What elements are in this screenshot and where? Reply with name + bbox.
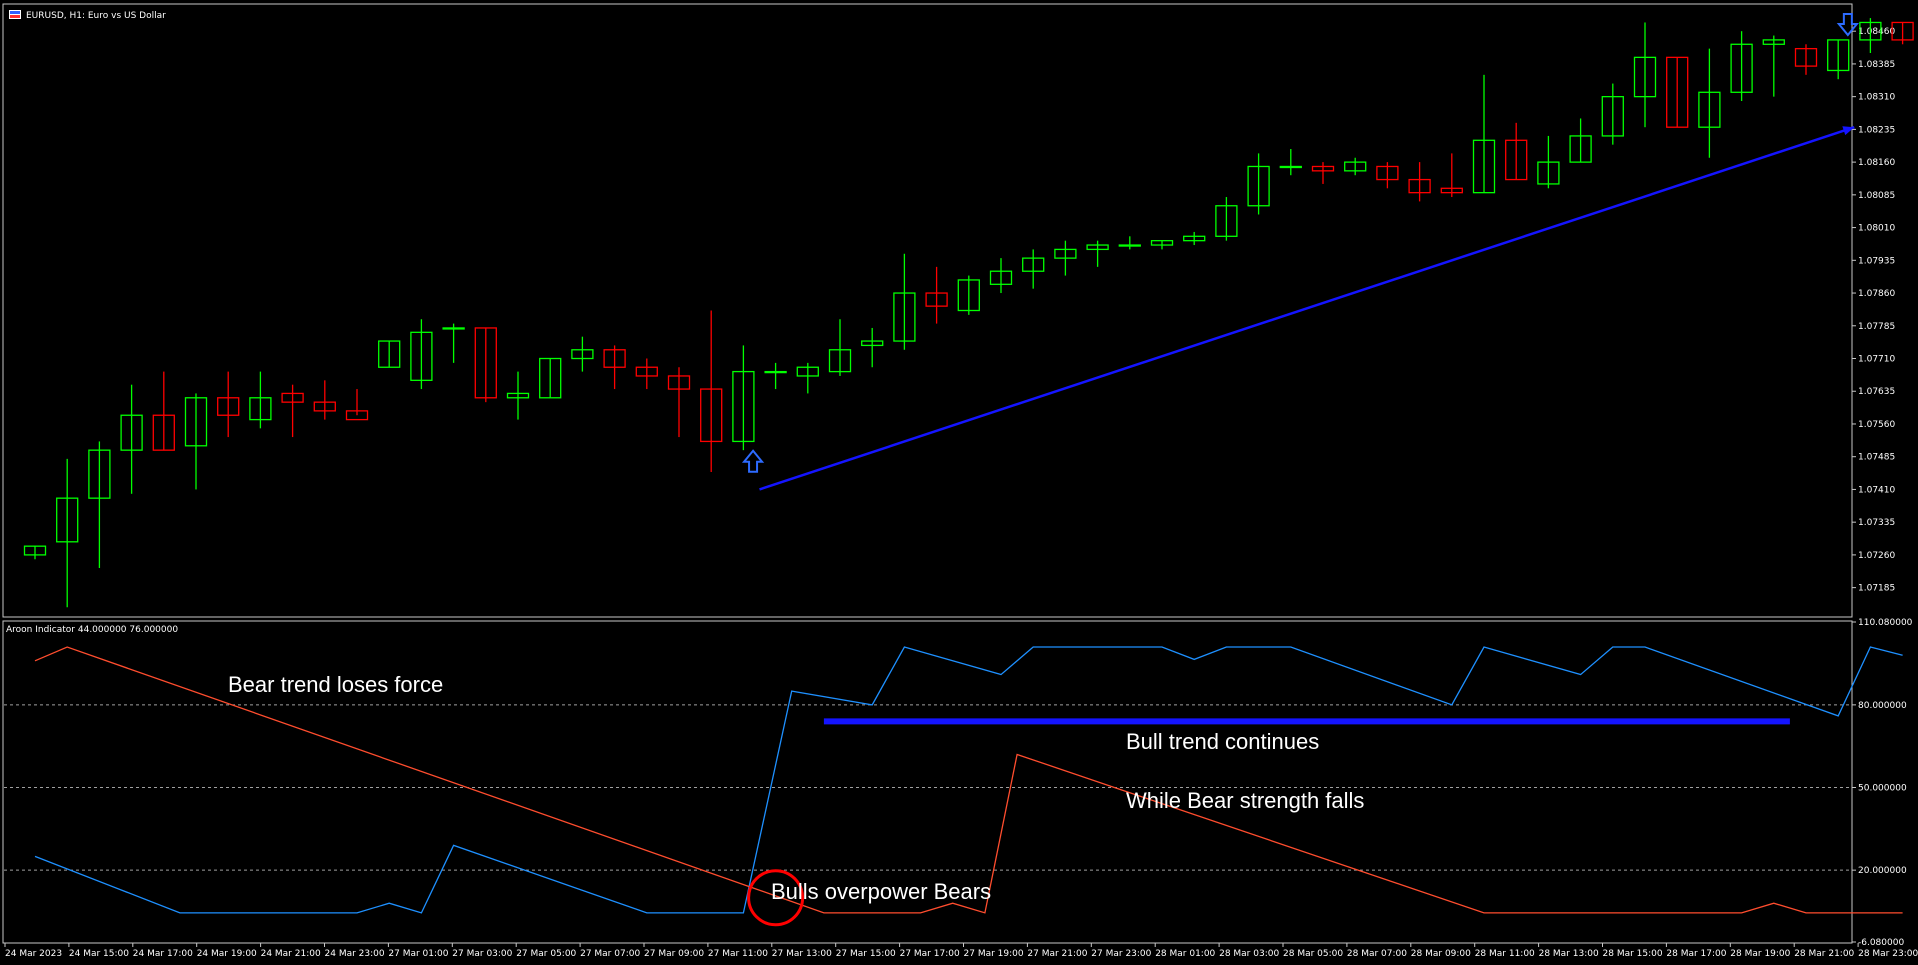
time-tick-label: 27 Mar 17:00 xyxy=(900,949,960,959)
price-tick-label: 1.08310 xyxy=(1858,93,1895,103)
annotation-bull-continues: Bull trend continues xyxy=(1126,729,1319,754)
annotation-bear-strength-falls: While Bear strength falls xyxy=(1126,788,1364,813)
price-tick-label: 1.07560 xyxy=(1858,420,1895,430)
indicator-tick-label: 20.000000 xyxy=(1858,866,1907,876)
time-tick-label: 24 Mar 2023 xyxy=(5,949,62,959)
chart-title: EURUSD, H1: Euro vs US Dollar xyxy=(26,11,166,21)
time-tick-label: 28 Mar 15:00 xyxy=(1603,949,1663,959)
price-tick-label: 1.07185 xyxy=(1858,584,1895,594)
price-tick-label: 1.07710 xyxy=(1858,355,1895,365)
price-tick-label: 1.08085 xyxy=(1858,191,1895,201)
annotation-bulls-overpower: Bulls overpower Bears xyxy=(771,879,991,904)
time-tick-label: 24 Mar 17:00 xyxy=(133,949,193,959)
time-tick-label: 24 Mar 21:00 xyxy=(261,949,321,959)
time-tick-label: 27 Mar 21:00 xyxy=(1027,949,1087,959)
time-tick-label: 27 Mar 15:00 xyxy=(836,949,896,959)
symbol-icon xyxy=(9,10,21,19)
price-tick-label: 1.07860 xyxy=(1858,289,1895,299)
time-tick-label: 27 Mar 01:00 xyxy=(388,949,448,959)
time-tick-label: 28 Mar 01:00 xyxy=(1155,949,1215,959)
time-tick-label: 24 Mar 15:00 xyxy=(69,949,129,959)
time-tick-label: 24 Mar 19:00 xyxy=(197,949,257,959)
price-tick-label: 1.07335 xyxy=(1858,518,1895,528)
candle-body xyxy=(1118,244,1141,247)
price-tick-label: 1.07785 xyxy=(1858,322,1895,332)
time-tick-label: 28 Mar 11:00 xyxy=(1475,949,1535,959)
price-tick-label: 1.07410 xyxy=(1858,485,1895,495)
indicator-tick-label: 50.000000 xyxy=(1858,784,1907,794)
candle-body xyxy=(764,370,787,374)
indicator-tick-label: -6.080000 xyxy=(1858,938,1904,948)
time-tick-label: 27 Mar 13:00 xyxy=(772,949,832,959)
chart-canvas: EURUSD, H1: Euro vs US Dollar 1.08460 1.0… xyxy=(0,0,1918,965)
price-tick-label: 1.08160 xyxy=(1858,158,1895,168)
price-tick-label: 1.07935 xyxy=(1858,256,1895,266)
price-tick-label: 1.08010 xyxy=(1858,224,1895,234)
indicator-tick-label: 110.080000 xyxy=(1858,618,1913,628)
time-tick-label: 28 Mar 07:00 xyxy=(1347,949,1407,959)
indicator-tick-label: 80.000000 xyxy=(1858,701,1907,711)
time-tick-label: 27 Mar 19:00 xyxy=(964,949,1024,959)
time-tick-label: 27 Mar 23:00 xyxy=(1091,949,1151,959)
time-tick-label: 27 Mar 11:00 xyxy=(708,949,768,959)
time-tick-label: 28 Mar 19:00 xyxy=(1730,949,1790,959)
price-tick-label: 1.07260 xyxy=(1858,551,1895,561)
time-tick-label: 28 Mar 05:00 xyxy=(1283,949,1343,959)
time-tick-label: 27 Mar 07:00 xyxy=(580,949,640,959)
time-tick-label: 28 Mar 03:00 xyxy=(1219,949,1279,959)
candle-body xyxy=(1279,165,1302,169)
price-tick-label: 1.08235 xyxy=(1858,125,1895,135)
time-tick-label: 27 Mar 09:00 xyxy=(644,949,704,959)
time-tick-label: 28 Mar 21:00 xyxy=(1794,949,1854,959)
time-tick-label: 28 Mar 13:00 xyxy=(1539,949,1599,959)
candle-body xyxy=(442,327,465,330)
time-tick-label: 27 Mar 05:00 xyxy=(516,949,576,959)
background xyxy=(0,0,1918,965)
annotation-bear-loses-force: Bear trend loses force xyxy=(228,672,443,697)
time-tick-label: 28 Mar 17:00 xyxy=(1666,949,1726,959)
time-tick-label: 27 Mar 03:00 xyxy=(452,949,512,959)
time-tick-label: 28 Mar 09:00 xyxy=(1411,949,1471,959)
price-tick-label: 1.07485 xyxy=(1858,453,1895,463)
time-tick-label: 28 Mar 23:00 xyxy=(1858,949,1918,959)
price-tick-label: 1.08385 xyxy=(1858,60,1895,70)
price-tick-label: 1.07635 xyxy=(1858,387,1895,397)
price-tick-label: 1.08460 xyxy=(1858,27,1895,37)
indicator-label: Aroon Indicator 44.000000 76.000000 xyxy=(6,625,178,635)
time-tick-label: 24 Mar 23:00 xyxy=(325,949,385,959)
